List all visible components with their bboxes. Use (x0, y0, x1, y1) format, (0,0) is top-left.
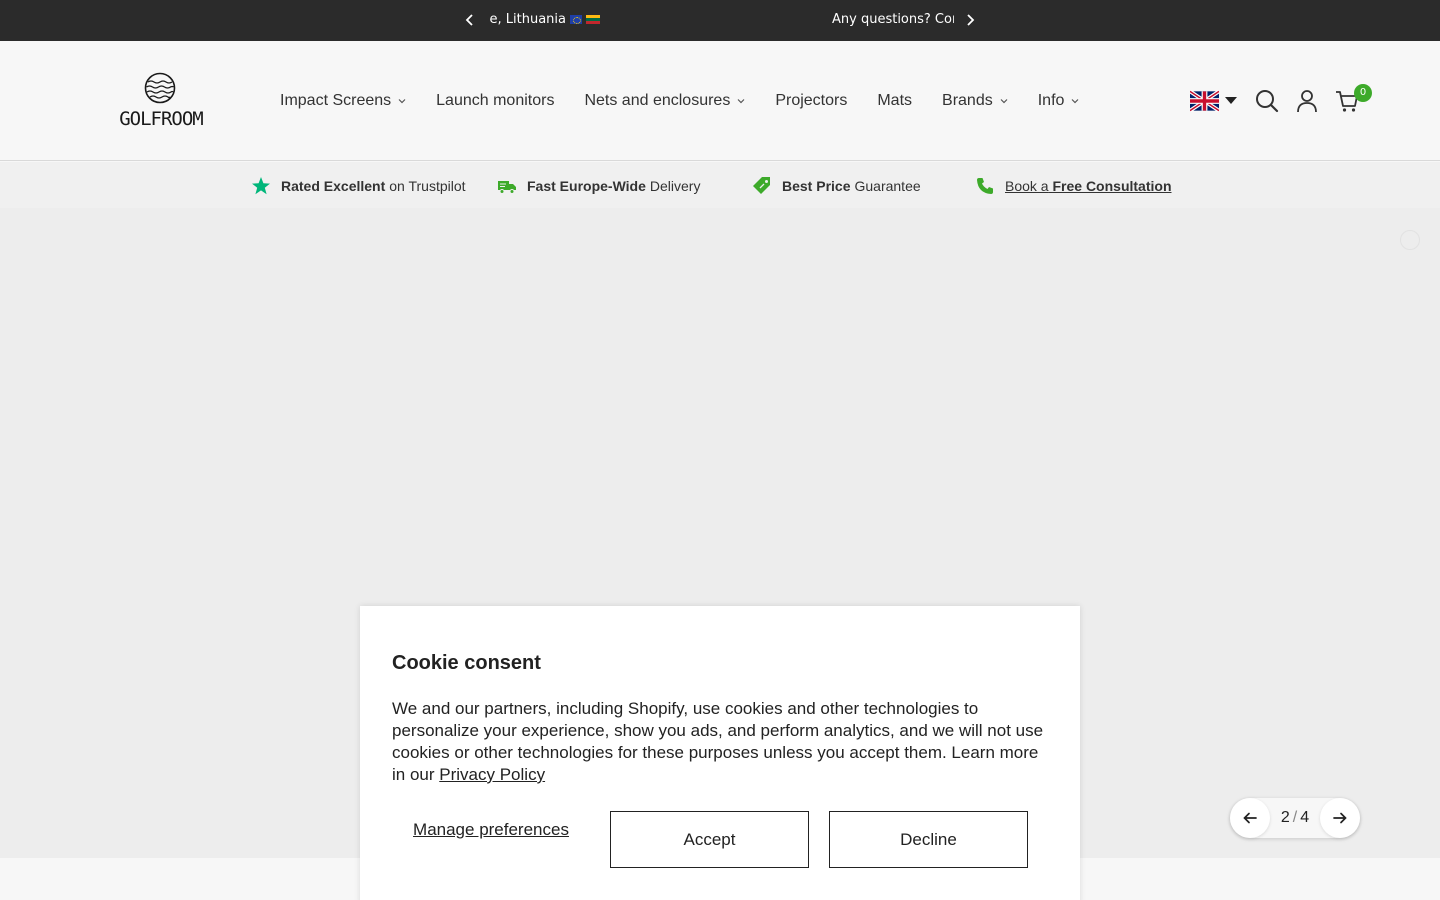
nav-item-brands[interactable]: Brands (942, 92, 1008, 110)
decline-button[interactable]: Decline (829, 811, 1028, 868)
nav-item-info[interactable]: Info (1038, 92, 1080, 110)
usp-price-text: Guarantee (854, 178, 921, 194)
nav-item-nets-and-enclosures[interactable]: Nets and enclosures (584, 92, 745, 110)
nav-label: Projectors (775, 92, 848, 109)
nav-label: Impact Screens (280, 92, 392, 109)
cookie-title: Cookie consent (392, 652, 541, 674)
nav-label: Launch monitors (436, 92, 555, 109)
announcement-bar: Free delivery within Europe, Lithuania A… (0, 0, 1440, 41)
usp-consult-bold: Free Consultation (1052, 178, 1172, 194)
announcement-next-chevron-icon[interactable] (962, 12, 978, 28)
nav-item-projectors[interactable]: Projectors (775, 92, 847, 110)
usp-consultation[interactable]: Book a Free Consultation (975, 176, 1172, 196)
slider-next-button[interactable] (1320, 798, 1360, 838)
usp-consult-text: Book a (1005, 178, 1049, 194)
nav-label: Brands (942, 92, 993, 109)
price-tag-icon (752, 176, 772, 196)
chevron-down-icon (1071, 97, 1079, 105)
book-consultation-link[interactable]: Book a Free Consultation (1005, 178, 1172, 194)
user-icon[interactable] (1294, 88, 1320, 114)
usp-trustpilot-bold: Rated Excellent (281, 178, 386, 194)
nav-item-mats[interactable]: Mats (877, 92, 912, 110)
usp-delivery-text: Delivery (649, 178, 701, 194)
manage-preferences-button[interactable]: Manage preferences (392, 811, 590, 868)
arrow-left-icon (1243, 812, 1257, 824)
usp-trustpilot-text: on Trustpilot (389, 178, 466, 194)
phone-icon (975, 176, 995, 196)
caret-down-icon (1225, 97, 1237, 104)
slider-prev-button[interactable] (1230, 798, 1270, 838)
usp-delivery: Fast Europe-Wide Delivery (497, 176, 700, 196)
nav-label: Info (1037, 92, 1065, 109)
language-selector[interactable] (1190, 89, 1238, 113)
lithuania-flag-icon (586, 15, 600, 24)
site-header: GOLFROOM Impact Screens Launch monitors … (0, 41, 1440, 161)
usp-delivery-bold: Fast Europe-Wide (527, 178, 646, 194)
accept-button[interactable]: Accept (610, 811, 809, 868)
chevron-down-icon (1000, 97, 1008, 105)
slider-pager: 2/4 (1230, 798, 1360, 838)
usp-trustpilot[interactable]: Rated Excellent on Trustpilot (251, 176, 466, 196)
eu-flag-icon (570, 15, 582, 24)
announcement-prev-chevron-icon[interactable] (462, 12, 478, 28)
slide-current: 2 (1280, 809, 1290, 826)
cart-count-badge: 0 (1354, 84, 1372, 102)
golf-ball-icon (144, 72, 176, 104)
chevron-down-icon (398, 97, 406, 105)
nav-label: Nets and enclosures (584, 92, 731, 109)
cookie-body: We and our partners, including Shopify, … (392, 698, 1052, 786)
arrow-right-icon (1333, 812, 1347, 824)
uk-flag-icon (1190, 90, 1219, 112)
usp-bar: Rated Excellent on Trustpilot Fast Europ… (0, 162, 1440, 208)
usp-price-bold: Best Price (782, 178, 851, 194)
announcement-text-left: Free delivery within Europe, Lithuania (490, 12, 600, 28)
trustpilot-star-icon (251, 176, 271, 196)
nav-item-impact-screens[interactable]: Impact Screens (280, 92, 406, 110)
chevron-down-icon (737, 97, 745, 105)
golfroom-logo[interactable]: GOLFROOM (117, 72, 205, 132)
slide-total: 4 (1300, 809, 1310, 826)
main-nav: Impact Screens Launch monitors Nets and … (280, 89, 1109, 113)
cookie-consent-dialog: Cookie consent We and our partners, incl… (360, 606, 1080, 900)
slide-counter: 2/4 (1270, 809, 1320, 827)
delivery-truck-icon (497, 176, 517, 196)
nav-label: Mats (877, 92, 913, 109)
slide-separator: / (1292, 809, 1298, 826)
usp-price: Best Price Guarantee (752, 176, 921, 196)
slide-indicator-icon[interactable] (1400, 230, 1420, 250)
announcement-text-right: Any questions? Contact us (832, 12, 954, 27)
search-icon[interactable] (1254, 88, 1280, 114)
brand-name: GOLFROOM (119, 108, 204, 130)
nav-item-launch-monitors[interactable]: Launch monitors (436, 92, 554, 110)
privacy-policy-link[interactable]: Privacy Policy (439, 765, 545, 784)
